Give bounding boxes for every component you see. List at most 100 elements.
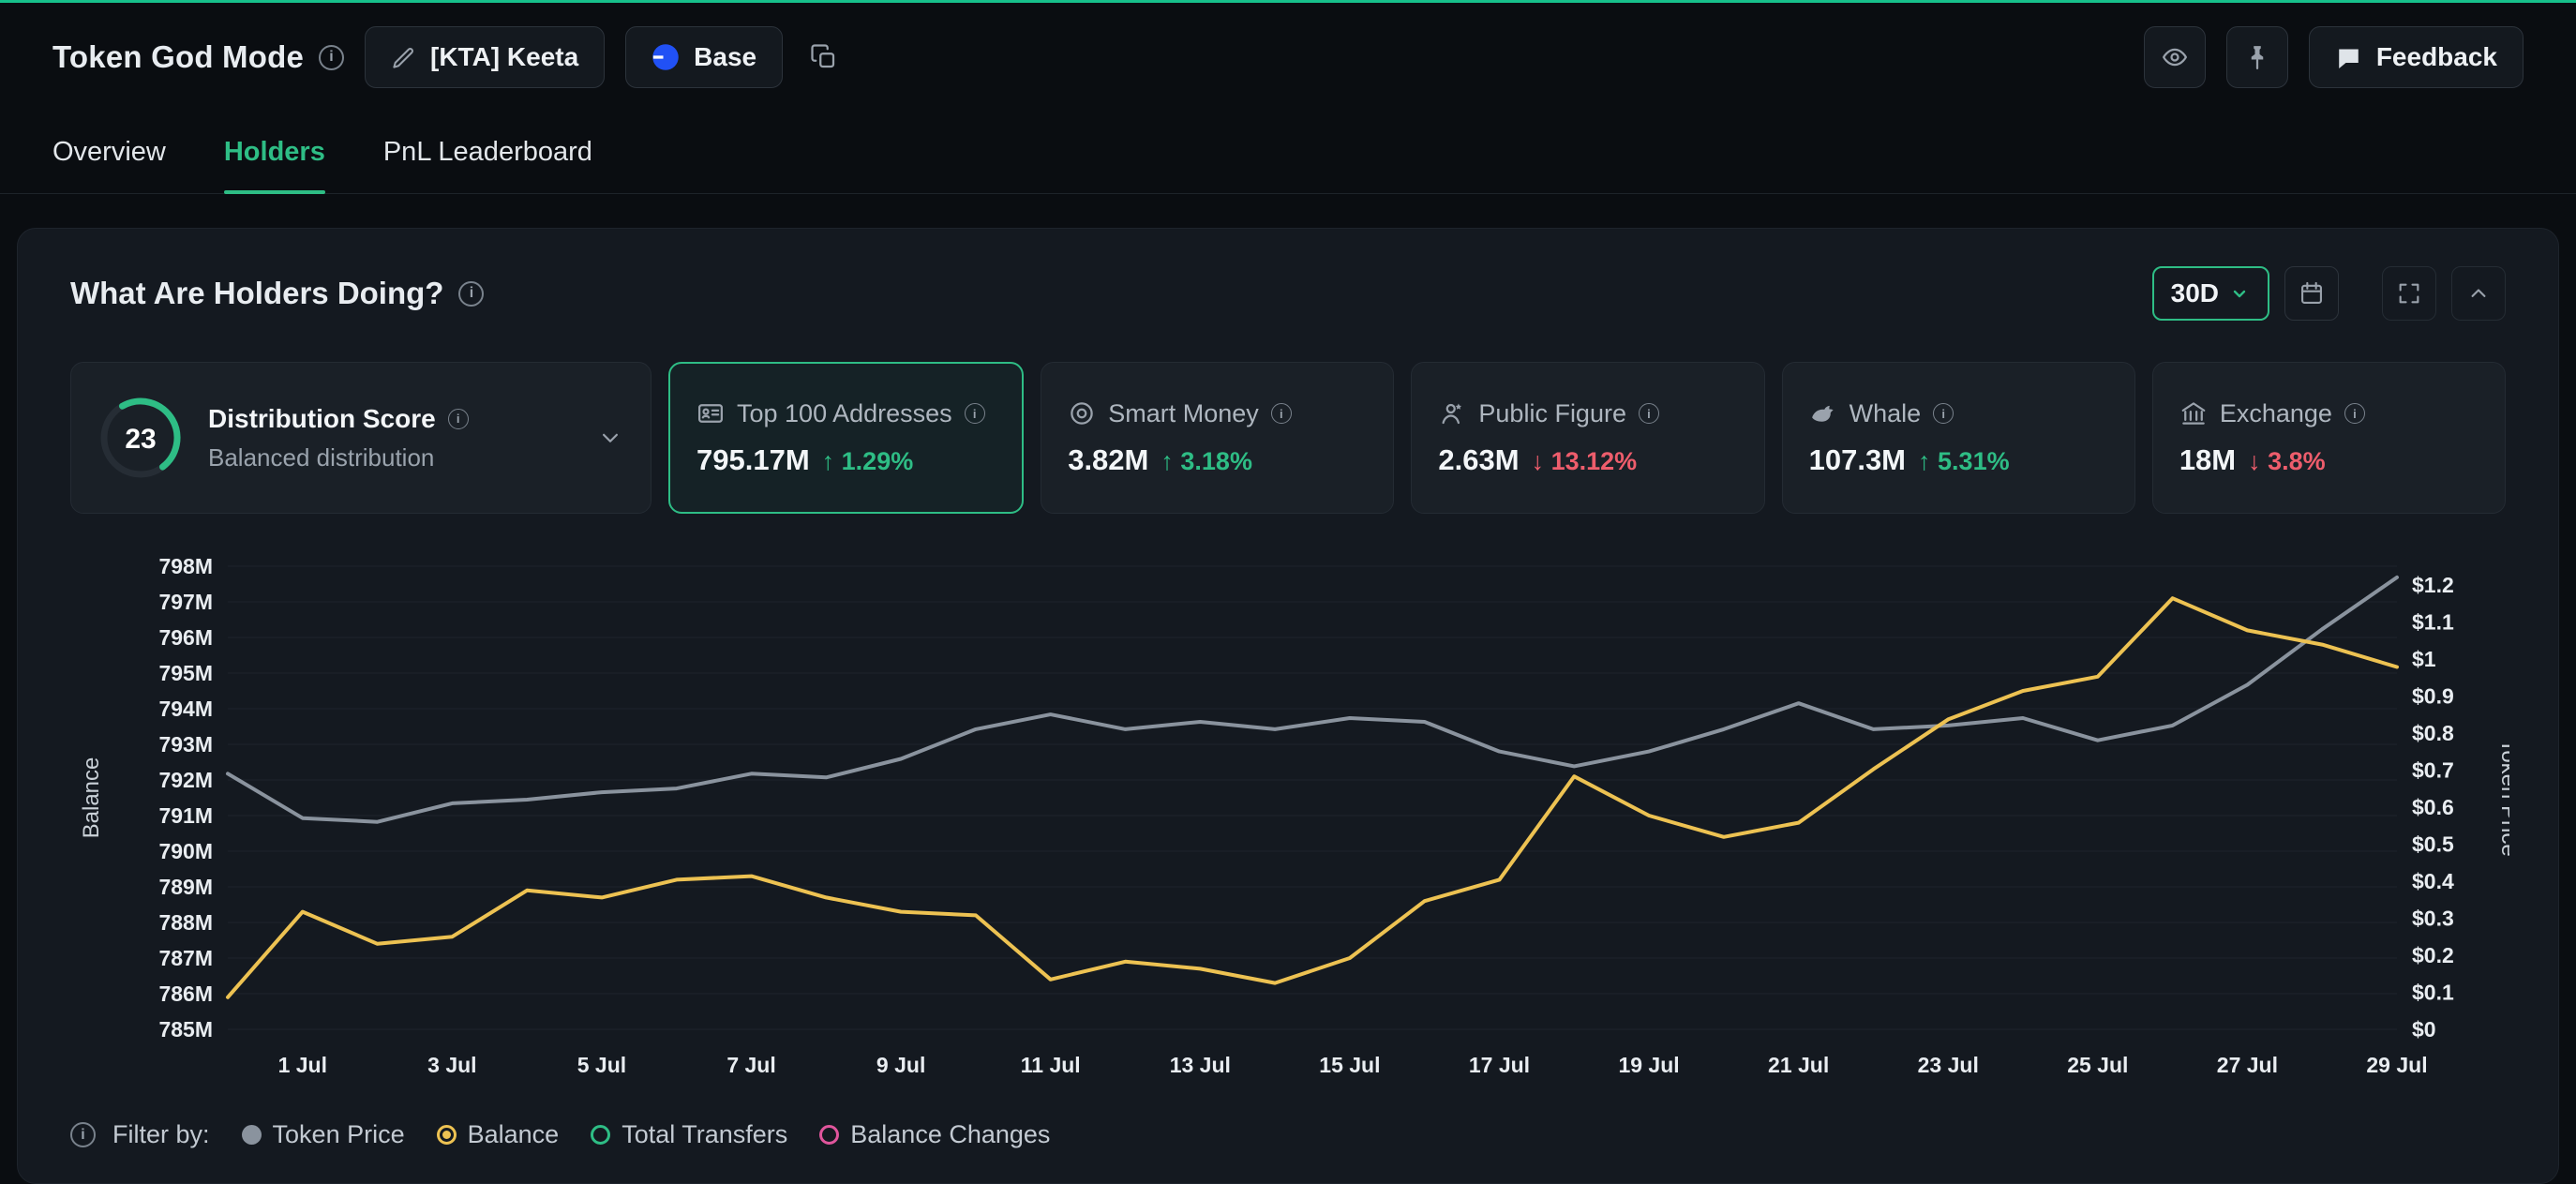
delta-value: 1.29% — [842, 447, 914, 475]
delta-value: 13.12% — [1551, 447, 1638, 475]
panel-title-text: What Are Holders Doing? — [70, 276, 443, 311]
svg-text:15 Jul: 15 Jul — [1319, 1053, 1380, 1077]
tab-overview[interactable]: Overview — [52, 112, 166, 193]
svg-text:29 Jul: 29 Jul — [2366, 1053, 2427, 1077]
stat-value-row: 2.63M ↓ 13.12% — [1438, 443, 1737, 477]
info-icon[interactable] — [70, 1122, 96, 1147]
stat-value: 18M — [2179, 443, 2236, 477]
svg-text:785M: 785M — [158, 1017, 213, 1042]
info-icon[interactable] — [1639, 403, 1659, 424]
chain-selector-label: Base — [694, 42, 756, 72]
legend-item-balance[interactable]: Balance — [437, 1120, 560, 1149]
calendar-button[interactable] — [2284, 266, 2339, 321]
token-selector-button[interactable]: [KTA] Keeta — [365, 26, 605, 88]
svg-text:Balance: Balance — [79, 757, 104, 839]
svg-text:$0.5: $0.5 — [2412, 832, 2454, 856]
feedback-button[interactable]: Feedback — [2309, 26, 2524, 88]
stat-card-public-figure[interactable]: Public Figure 2.63M ↓ 13.12% — [1411, 362, 1764, 514]
legend-item-balance-changes[interactable]: Balance Changes — [819, 1120, 1050, 1149]
main-tabs: Overview Holders PnL Leaderboard — [0, 112, 2576, 194]
stat-value: 107.3M — [1809, 443, 1906, 477]
delta-arrow: ↓ — [2248, 447, 2261, 475]
delta-value: 3.18% — [1180, 447, 1252, 475]
svg-text:7 Jul: 7 Jul — [726, 1053, 775, 1077]
svg-text:$1.1: $1.1 — [2412, 609, 2454, 634]
stat-value: 795.17M — [696, 443, 810, 477]
token-price-line — [228, 577, 2397, 822]
svg-text:27 Jul: 27 Jul — [2217, 1053, 2278, 1077]
distribution-score-card[interactable]: 23 Distribution Score Balanced distribut… — [70, 362, 651, 514]
tab-holders[interactable]: Holders — [224, 112, 325, 193]
chain-selector-button[interactable]: Base — [625, 26, 783, 88]
chevron-up-icon — [2465, 280, 2492, 307]
person-star-icon — [1438, 399, 1466, 427]
token-price-swatch — [242, 1125, 262, 1145]
filter-by-label: Filter by: — [112, 1120, 210, 1149]
info-icon[interactable] — [1271, 403, 1292, 424]
svg-text:$0.1: $0.1 — [2412, 980, 2454, 1004]
svg-text:786M: 786M — [158, 982, 213, 1006]
info-icon[interactable] — [1933, 403, 1954, 424]
info-icon[interactable] — [458, 281, 484, 307]
tab-label: Overview — [52, 137, 166, 168]
distribution-text: Distribution Score Balanced distribution — [208, 404, 469, 472]
stat-value-row: 18M ↓ 3.8% — [2179, 443, 2479, 477]
distribution-label: Distribution Score — [208, 404, 436, 434]
legend-item-label: Token Price — [273, 1120, 405, 1149]
watchlist-button[interactable] — [2144, 26, 2206, 88]
feedback-label: Feedback — [2376, 42, 2497, 72]
distribution-subtitle: Balanced distribution — [208, 443, 469, 472]
pin-icon — [2243, 43, 2271, 71]
svg-text:795M: 795M — [158, 661, 213, 685]
main-content: What Are Holders Doing? 30D — [0, 228, 2576, 1184]
stat-label: Top 100 Addresses — [737, 399, 952, 428]
caret-down-icon — [2228, 282, 2251, 305]
copy-button[interactable] — [803, 26, 845, 88]
collapse-button[interactable] — [2451, 266, 2506, 321]
legend-item-total-transfers[interactable]: Total Transfers — [591, 1120, 787, 1149]
svg-text:13 Jul: 13 Jul — [1170, 1053, 1231, 1077]
stat-card-top-100-addresses[interactable]: Top 100 Addresses 795.17M ↑ 1.29% — [668, 362, 1024, 514]
bank-icon — [2179, 399, 2208, 427]
chevron-down-icon[interactable] — [596, 424, 624, 452]
svg-text:$0.9: $0.9 — [2412, 683, 2454, 708]
holders-chart: 798M797M796M795M794M793M792M791M790M789M… — [70, 542, 2506, 1109]
holders-activity-panel: What Are Holders Doing? 30D — [17, 228, 2559, 1184]
tab-label: PnL Leaderboard — [383, 137, 592, 168]
svg-text:5 Jul: 5 Jul — [577, 1053, 626, 1077]
svg-text:1 Jul: 1 Jul — [278, 1053, 327, 1077]
tab-pnl-leaderboard[interactable]: PnL Leaderboard — [383, 112, 592, 193]
svg-text:$0.8: $0.8 — [2412, 721, 2454, 745]
svg-text:788M: 788M — [158, 910, 213, 935]
svg-text:9 Jul: 9 Jul — [876, 1053, 925, 1077]
stat-card-smart-money[interactable]: Smart Money 3.82M ↑ 3.18% — [1041, 362, 1394, 514]
svg-text:Token Price: Token Price — [2496, 739, 2509, 856]
legend-item-token-price[interactable]: Token Price — [242, 1120, 405, 1149]
stat-card-exchange[interactable]: Exchange 18M ↓ 3.8% — [2152, 362, 2506, 514]
svg-text:790M: 790M — [158, 839, 213, 863]
stat-card-whale[interactable]: Whale 107.3M ↑ 5.31% — [1782, 362, 2135, 514]
whale-icon — [1809, 399, 1837, 427]
svg-text:797M: 797M — [158, 590, 213, 614]
panel-controls: 30D — [2152, 266, 2506, 321]
stat-value: 2.63M — [1438, 443, 1519, 477]
timeframe-select[interactable]: 30D — [2152, 266, 2269, 321]
svg-text:787M: 787M — [158, 946, 213, 970]
tab-label: Holders — [224, 137, 325, 168]
delta-value: 5.31% — [1938, 447, 2010, 475]
svg-text:21 Jul: 21 Jul — [1768, 1053, 1829, 1077]
stat-value-row: 107.3M ↑ 5.31% — [1809, 443, 2108, 477]
fullscreen-button[interactable] — [2382, 266, 2436, 321]
svg-text:794M: 794M — [158, 697, 213, 721]
pin-button[interactable] — [2226, 26, 2288, 88]
fullscreen-icon — [2396, 280, 2422, 307]
stat-header: Exchange — [2179, 399, 2479, 428]
legend-item-label: Total Transfers — [622, 1120, 787, 1149]
info-icon[interactable] — [448, 409, 469, 429]
svg-text:$0.4: $0.4 — [2412, 869, 2454, 893]
info-icon[interactable] — [965, 403, 985, 424]
timeframe-value: 30D — [2171, 278, 2219, 308]
info-icon[interactable] — [319, 45, 344, 70]
info-icon[interactable] — [2344, 403, 2365, 424]
delta-arrow: ↑ — [1918, 447, 1931, 475]
